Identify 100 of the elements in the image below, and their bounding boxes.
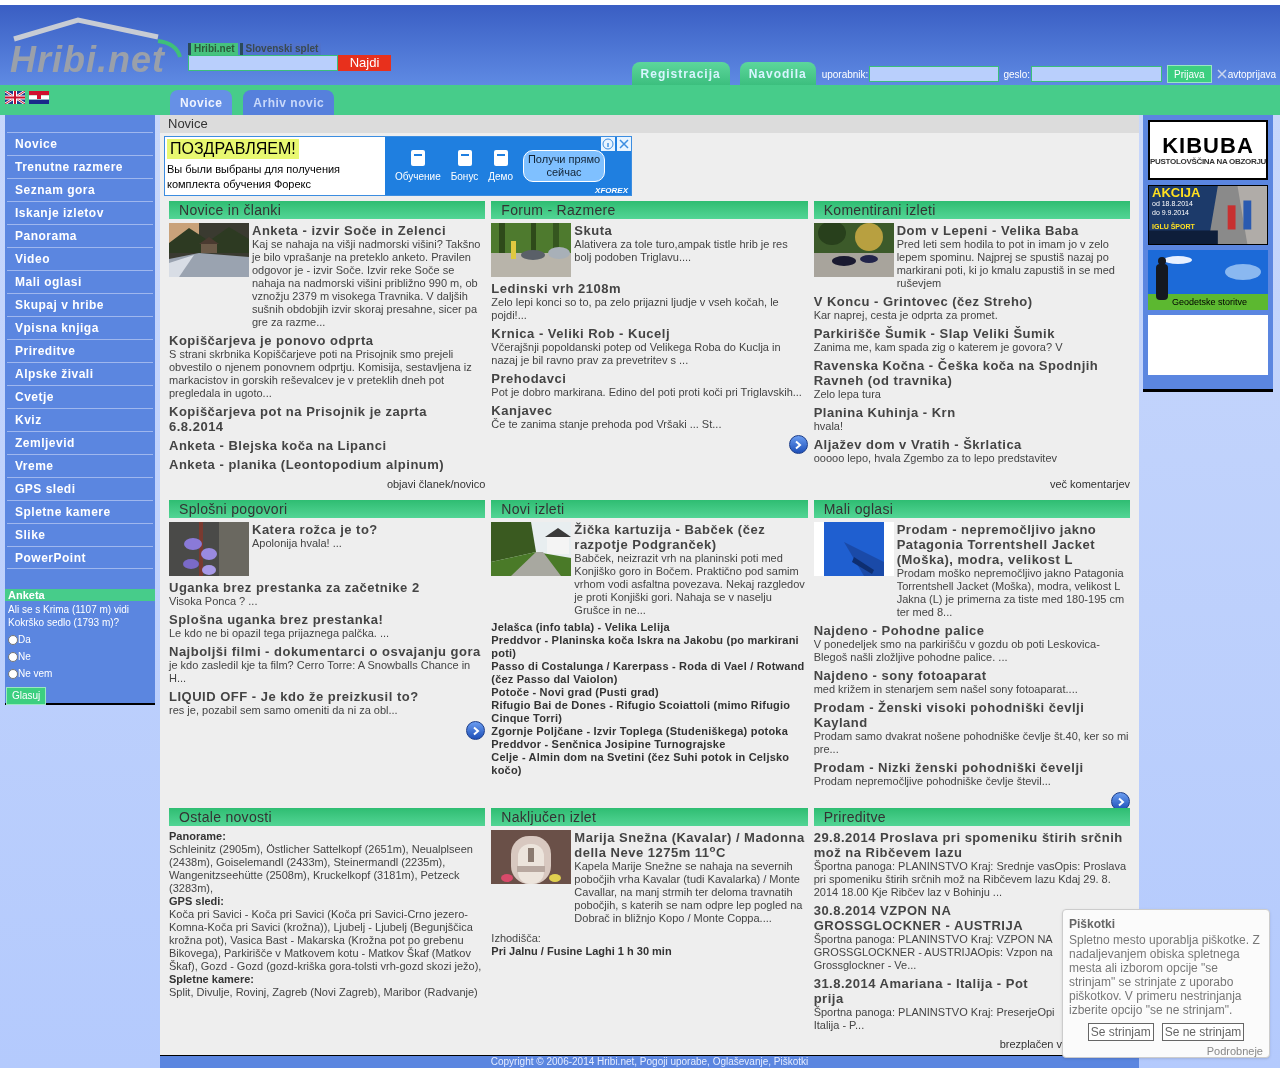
article-summary: Pot je dobro markirana. Edino del poti proti koči pri Triglavskih... bbox=[491, 386, 803, 399]
search-field[interactable] bbox=[188, 55, 338, 71]
radio-button[interactable] bbox=[8, 668, 18, 679]
article-title[interactable]: Kanjavec bbox=[491, 403, 808, 418]
poll-option-label[interactable]: Da bbox=[18, 632, 31, 647]
section-link[interactable]: objavi članek/novico bbox=[386, 476, 486, 493]
article-title[interactable]: Najdeno - sony fotoaparat bbox=[813, 668, 1130, 683]
section-header: Komentirani izleti bbox=[813, 201, 1130, 219]
cookie-details-link[interactable]: Podrobneje bbox=[1206, 1043, 1263, 1060]
sidebar-menu-item[interactable]: Prireditve bbox=[7, 339, 153, 362]
sidebar-menu-item[interactable]: Vreme bbox=[7, 454, 153, 477]
close-icon[interactable] bbox=[617, 137, 631, 151]
sidebar-menu-item[interactable]: PowerPoint bbox=[7, 546, 153, 569]
ad-banner[interactable]: KIBUBA PUSTOLOVŠČINA NA OBZORJU bbox=[1148, 120, 1268, 180]
sidebar-menu-item[interactable]: Cvetje bbox=[7, 385, 153, 408]
article-title[interactable]: Žička kartuzija - Babček (čez razpotje Podgranček) bbox=[574, 522, 808, 552]
start-point-link[interactable]: Pri Jalnu / Fusine Laghi 1 h 30 min bbox=[491, 945, 808, 958]
group-label: GPS sledi: bbox=[169, 895, 226, 908]
section-link[interactable]: več komentarjev bbox=[1049, 476, 1130, 493]
article-summary: res je, pozabil sem samo omeniti da ni za obl... bbox=[169, 704, 399, 717]
sidebar-menu-item[interactable]: Slike bbox=[7, 523, 153, 546]
article-title[interactable]: Kopiščarjeva pot na Prisojnik je zaprta 6.8.2014 bbox=[169, 404, 486, 434]
section-header: Novice in članki bbox=[169, 201, 486, 219]
breadcrumb: Novice bbox=[160, 115, 1139, 133]
poll-option-label[interactable]: Ne vem bbox=[18, 666, 53, 681]
article-title[interactable]: Ledinski vrh 2108m bbox=[491, 281, 808, 296]
article-title[interactable]: LIQUID OFF - Je kdo že preizkusil to? bbox=[169, 689, 486, 704]
uk-flag-icon[interactable] bbox=[5, 91, 25, 104]
ad-brand: XFOREX bbox=[595, 186, 628, 195]
article-title[interactable]: 29.8.2014 Proslava pri spomeniku štirih srčnih mož na Ribčevem lazu bbox=[813, 830, 1130, 860]
article-title[interactable]: Najdeno - Pohodne palice bbox=[813, 623, 1130, 638]
trip-link[interactable]: Potoče - Novi grad (Pusti grad) bbox=[491, 686, 808, 699]
trip-link[interactable]: Rifugio Bai de Dones - Rifugio Scoiattoli (mimo Rifugio Cinque Torri) bbox=[491, 699, 808, 725]
sidebar-menu-item[interactable]: Iskanje izletov bbox=[7, 201, 153, 224]
radio-button[interactable] bbox=[8, 651, 18, 662]
sidebar-menu-item[interactable]: Seznam gora bbox=[7, 178, 153, 201]
article-title[interactable]: Najboljši filmi - dokumentarci o osvajanju gora bbox=[169, 644, 486, 659]
cookie-button[interactable]: Se ne strinjam bbox=[1161, 1023, 1245, 1041]
article-title[interactable]: Katera rožca je to? bbox=[252, 522, 486, 537]
article-title[interactable]: 30.8.2014 VZPON NA GROSSGLOCKNER - AUSTRIJA bbox=[813, 903, 1060, 933]
article-title[interactable]: Krnica - Veliki Rob - Kucelj bbox=[491, 326, 808, 341]
article-title[interactable]: Planina Kuhinja - Krn bbox=[813, 405, 1130, 420]
article-title[interactable]: Splošna uganka brez prestanka! bbox=[169, 612, 486, 627]
article-title[interactable]: V Koncu - Grintovec (čez Streho) bbox=[813, 294, 1130, 309]
ad-cta-button[interactable]: Получи прямо сейчас bbox=[523, 150, 606, 182]
group-text: Split, Divulje, Rovinj, Zagreb (Novi Zagreb), Maribor (Radvanje) bbox=[169, 986, 479, 999]
sidebar-menu-item[interactable]: Video bbox=[7, 247, 153, 270]
article-summary: Prodam moško nepremočljivo jakno Patagonia Torrentshell Jacket (Moška), modra, velikost L Jakna (L) je primerna za tiste med 180-195 cm ter med 8... bbox=[896, 567, 1126, 619]
autologin-label[interactable]: avtoprijava bbox=[1227, 66, 1276, 82]
trip-link[interactable]: Preddvor - Senčnica Josipine Turnograjske bbox=[491, 738, 808, 751]
croatian-flag-icon[interactable] bbox=[29, 91, 49, 104]
poll-option-label[interactable]: Ne bbox=[18, 649, 31, 664]
sidebar-menu-item[interactable]: Novice bbox=[7, 132, 153, 155]
sidebar-menu-item[interactable]: Zemljevid bbox=[7, 431, 153, 454]
article-title[interactable]: Anketa - planika (Leontopodium alpinum) bbox=[169, 457, 486, 472]
article-title[interactable]: Anketa - izvir Soče in Zelenci bbox=[252, 223, 486, 238]
ad-banner[interactable]: ПОЗДРАВЛЯЕМ! Вы были выбраны для получения комплекта обучения Форекс Обучение Бонус Демо Получи прямо сейчас XFOREX bbox=[164, 136, 632, 196]
article-title[interactable]: Kopiščarjeva je ponovo odprta bbox=[169, 333, 486, 348]
cookie-button[interactable]: Se strinjam bbox=[1087, 1023, 1154, 1041]
sidebar-menu-item[interactable]: Panorama bbox=[7, 224, 153, 247]
sidebar-menu-item[interactable]: Kviz bbox=[7, 408, 153, 431]
sidebar-menu-item[interactable]: Spletne kamere bbox=[7, 500, 153, 523]
username-field[interactable] bbox=[869, 66, 1000, 82]
article-summary: Športna panoga: PLANINSTVO Kraj: VZPON NA GROSSGLOCKNER - AUSTRIJAOpis: Vzpon na Grossglockner - Ve... bbox=[813, 933, 1054, 972]
article-title[interactable]: Prehodavci bbox=[491, 371, 808, 386]
password-field[interactable] bbox=[1031, 66, 1163, 82]
article-title[interactable]: Marija Snežna (Kavalar) / Madonna della Neve 1275m 11$^{o}$C bbox=[574, 830, 808, 860]
section-link[interactable]: brezplačen v bbox=[999, 1036, 1062, 1053]
sidebar-menu-item[interactable]: Skupaj v hribe bbox=[7, 293, 153, 316]
sidebar-menu-item[interactable]: Vpisna knjiga bbox=[7, 316, 153, 339]
info-icon[interactable] bbox=[601, 137, 615, 151]
article-title[interactable]: Dom v Lepeni - Velika Baba bbox=[896, 223, 1130, 238]
search-scope-tab[interactable]: Hribi.net bbox=[188, 43, 238, 55]
close-icon[interactable] bbox=[1216, 69, 1227, 79]
article-title[interactable]: Aljažev dom v Vratih - Škrlatica bbox=[813, 437, 1130, 452]
trip-link[interactable]: Celje - Almin dom na Svetini (čez Suhi potok in Celjsko kočo) bbox=[491, 751, 808, 777]
sidebar-menu-item[interactable]: Mali oglasi bbox=[7, 270, 153, 293]
next-button[interactable] bbox=[788, 435, 808, 454]
trip-link[interactable]: Passo di Costalunga / Karerpass - Roda di Vael / Rotwand (čez Passo dal Vaiolon) bbox=[491, 660, 808, 686]
search-button[interactable]: Najdi bbox=[338, 55, 391, 71]
article-title[interactable]: Ravenska Kočna - Češka koča na Spodnjih Ravneh (od travnika) bbox=[813, 358, 1130, 388]
article-title[interactable]: 31.8.2014 Amariana - Italija - Pot prija bbox=[813, 976, 1060, 1006]
article-title[interactable]: Prodam - Ženski visoki pohodniški čevlji Kayland bbox=[813, 700, 1130, 730]
article-summary: Športna panoga: PLANINSTVO Kraj: Srednje vasOpis: Proslava pri spomeniku štirih srčnih mož na Ribčevem lazu Kdaj 29. 8. 2014 18.00 Kje Ribčev laz v Bohinju ... bbox=[813, 860, 1128, 899]
sidebar-menu-item[interactable]: Alpske živali bbox=[7, 362, 153, 385]
ad-banner[interactable]: Geodetske storitve bbox=[1148, 250, 1268, 310]
trip-link[interactable]: Preddvor - Planinska koča Iskra na Jakobu (po markirani poti) bbox=[491, 634, 808, 660]
article-title[interactable]: Uganka brez prestanka za začetnike 2 bbox=[169, 580, 486, 595]
trip-link[interactable]: Jelašca (info tabla) - Velika Lelija bbox=[491, 621, 808, 634]
article-title[interactable]: Prodam - nepremočljivo jakno Patagonia Torrentshell Jacket (Moška), modra, velikost L bbox=[896, 522, 1130, 567]
article-title[interactable]: Parkirišče Šumik - Slap Veliki Šumik bbox=[813, 326, 1130, 341]
trip-link[interactable]: Zgornje Poljčane - Izvir Toplega (Studeniškega) potoka bbox=[491, 725, 808, 738]
sidebar-menu-item[interactable]: GPS sledi bbox=[7, 477, 153, 500]
article-title[interactable]: Skuta bbox=[574, 223, 808, 238]
sidebar-menu-item[interactable]: Trenutne razmere bbox=[7, 155, 153, 178]
article-title[interactable]: Anketa - Blejska koča na Lipanci bbox=[169, 438, 486, 453]
radio-button[interactable] bbox=[8, 634, 18, 645]
next-button[interactable] bbox=[466, 721, 486, 740]
poll-question: Ali se s Krima (1107 m) vidi Kokrško sedlo (1793 m)? bbox=[7, 603, 130, 629]
article-title[interactable]: Prodam - Nizki ženski pohodniški čevelji bbox=[813, 760, 1130, 775]
